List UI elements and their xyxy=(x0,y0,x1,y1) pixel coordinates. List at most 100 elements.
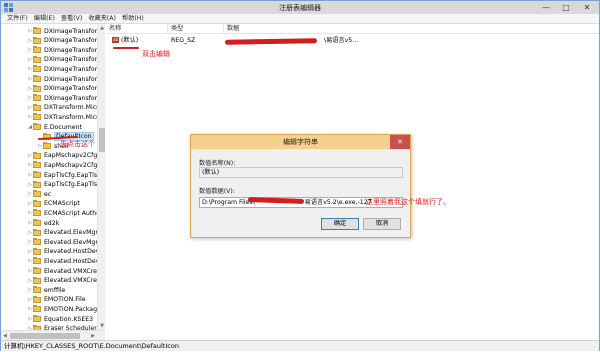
tree-item[interactable]: ▷ DXImageTransform xyxy=(27,93,103,103)
tree-item[interactable]: ▷ Elevated.HostDevice xyxy=(27,247,105,257)
tree-item[interactable]: ▷ Elevated.ElevMgr xyxy=(27,228,98,238)
folder-icon xyxy=(33,27,41,34)
tree-item[interactable]: ▷ DXTransform.Micro xyxy=(27,103,102,113)
tree-item[interactable]: ▷ Elevated.VMXCreate xyxy=(27,276,105,286)
tree-item[interactable]: ▷ EapMschapv2Cfg.E xyxy=(27,160,103,170)
folder-icon xyxy=(33,199,41,207)
tree-item-label: DXImageTransform xyxy=(44,75,104,83)
menu-help[interactable]: 帮助(H) xyxy=(119,14,147,23)
folder-icon xyxy=(33,305,41,313)
maximize-button[interactable]: □ xyxy=(557,1,575,14)
tree-item[interactable]: ▷ EapTlsCfg.EapTlsCf xyxy=(27,170,104,180)
tree-item[interactable]: ▷ ec xyxy=(27,189,51,199)
folder-icon xyxy=(33,180,41,188)
tree-item-label: Elevated.ElevMgr xyxy=(44,229,98,237)
tree-item[interactable]: ▷ DXImageTransform xyxy=(27,26,103,36)
tree-item-label: EMOTION.Package xyxy=(44,305,101,313)
tree-hscroll-thumb[interactable] xyxy=(10,333,80,339)
tree-item-label: DXImageTransform xyxy=(44,85,104,93)
tree-item-label: emffile xyxy=(44,286,66,294)
tree-item[interactable]: ▷ DXTransform.Micro xyxy=(27,112,102,122)
dialog-title[interactable]: 编辑字符串 xyxy=(191,135,410,149)
tree-item[interactable]: ▷ EapMschapv2Cfg.E xyxy=(27,151,103,161)
tree-item-label: ed2k xyxy=(44,219,60,227)
folder-icon xyxy=(33,209,41,217)
value-row-default[interactable]: ab (默认) REG_SZ \易语言v5... xyxy=(106,36,599,46)
tree-item-label: ec xyxy=(44,190,52,198)
tree-item[interactable]: ▷ ed2k xyxy=(27,218,59,228)
close-button[interactable]: ✕ xyxy=(578,1,596,14)
folder-icon xyxy=(33,94,41,102)
tree-horizontal-scrollbar[interactable]: ◀ ▶ xyxy=(1,330,105,340)
value-data-label: 数值数据(V): xyxy=(199,188,235,195)
value-name-field: (默认) xyxy=(199,167,403,178)
folder-icon xyxy=(33,315,41,322)
tree-item-label: EapTlsCfg.EapTlsCf xyxy=(44,171,104,179)
tree-item-label: Elevated.HostDevice xyxy=(44,257,105,265)
tree-item[interactable]: ▷ DXImageTransform xyxy=(27,36,103,46)
menu-file[interactable]: 文件(F) xyxy=(4,14,31,23)
tree-item-label: ECMAScript xyxy=(44,200,80,208)
tree-item[interactable]: ▷ ECMAScript xyxy=(27,199,80,209)
folder-icon xyxy=(33,113,41,121)
scroll-down-arrow-icon[interactable]: ▼ xyxy=(98,322,106,330)
annotation-first-click: 先点击这个 xyxy=(60,140,95,148)
tree-item[interactable]: ▷ EMOTION.File xyxy=(27,295,86,305)
column-header-type[interactable]: 类型 xyxy=(168,24,224,34)
tree-item[interactable]: ▷ Elevated.VMXCreate xyxy=(27,266,105,276)
folder-icon xyxy=(33,286,41,294)
tree-item-label: E.Document xyxy=(44,123,82,131)
tree-item[interactable]: ▷ emffile xyxy=(27,285,65,295)
minimize-button[interactable]: — xyxy=(537,1,555,14)
tree-item-label: EapMschapv2Cfg.E xyxy=(44,161,104,169)
column-header-name[interactable]: 名称 xyxy=(106,24,168,34)
dialog-close-button[interactable]: ✕ xyxy=(390,135,410,149)
tree-item[interactable]: ▷ EMOTION.Package xyxy=(27,304,101,314)
column-header-data[interactable]: 数据 xyxy=(224,24,599,34)
folder-icon xyxy=(33,36,41,44)
tree-vertical-scrollbar[interactable]: ▲ ▼ xyxy=(97,24,105,330)
tree-scroll-thumb[interactable] xyxy=(99,128,105,152)
tree-item-label: DXImageTransform xyxy=(44,94,104,102)
tree-item[interactable]: ▷ DXImageTransform xyxy=(27,74,103,84)
folder-icon xyxy=(33,151,41,159)
key-tree[interactable]: ▷ DXImageTransform ▷ DXImageTransform ▷ DXIma… xyxy=(1,24,105,340)
tree-item[interactable]: ▷ DXImageTransform xyxy=(27,45,103,55)
tree-item[interactable]: ▷ DXImageTransform xyxy=(27,55,103,65)
tree-item[interactable]: ▷ Elevated.ElevMgr.1 xyxy=(27,237,103,247)
cancel-button[interactable]: 取消 xyxy=(363,218,401,230)
tree-item-label: DXTransform.Micro xyxy=(44,113,103,121)
folder-icon xyxy=(33,219,41,226)
tree-item[interactable]: ▷ Equation.KSEE3 xyxy=(27,314,93,324)
ok-button[interactable]: 确定 xyxy=(321,218,359,230)
tree-item-label: Equation.KSEE3 xyxy=(44,315,94,323)
tree-item-label: DXImageTransform xyxy=(44,37,104,45)
title-bar[interactable]: 注册表编辑器 — □ ✕ xyxy=(1,1,599,14)
string-value-icon: ab xyxy=(112,37,119,43)
menu-edit[interactable]: 编辑(E) xyxy=(31,14,58,23)
tree-item-label: EapTlsCfg.EapTlsCf xyxy=(44,181,104,189)
tree-item[interactable]: ▷ ECMAScript Author xyxy=(27,208,103,218)
folder-icon xyxy=(33,161,41,169)
edit-string-dialog: 编辑字符串 ✕ 数值名称(N): (默认) 数值数据(V): D:\Progra… xyxy=(190,134,411,238)
menu-favorites[interactable]: 收藏夹(A) xyxy=(85,14,119,23)
tree-item-label: Elevated.VMXCreate xyxy=(44,267,105,275)
tree-item[interactable]: ◢ E.Document xyxy=(27,122,82,132)
tree-item-label: EMOTION.File xyxy=(44,296,86,304)
tree-item-label: Elevated.VMXCreate xyxy=(44,277,105,285)
scroll-up-arrow-icon[interactable]: ▲ xyxy=(98,24,106,32)
folder-icon xyxy=(33,55,41,63)
window-title: 注册表编辑器 xyxy=(279,4,321,12)
scroll-right-arrow-icon[interactable]: ▶ xyxy=(89,332,97,340)
tree-item[interactable]: ▷ Elevated.HostDevice xyxy=(27,256,105,266)
tree-item[interactable]: ▷ DXImageTransform xyxy=(27,84,103,94)
tree-item[interactable]: ▷ DXImageTransform xyxy=(27,64,103,74)
tree-item[interactable]: ▷ EapTlsCfg.EapTlsCf xyxy=(27,180,104,190)
underline-mark xyxy=(113,47,139,49)
value-name: (默认) xyxy=(121,37,139,44)
menu-view[interactable]: 查看(V) xyxy=(58,14,85,23)
tree-item-label: Elevated.HostDevice xyxy=(44,248,105,256)
tree-item-label: DXImageTransform xyxy=(44,65,104,73)
tree-item-label: DXImageTransform xyxy=(44,27,104,35)
scroll-left-arrow-icon[interactable]: ◀ xyxy=(1,332,9,340)
